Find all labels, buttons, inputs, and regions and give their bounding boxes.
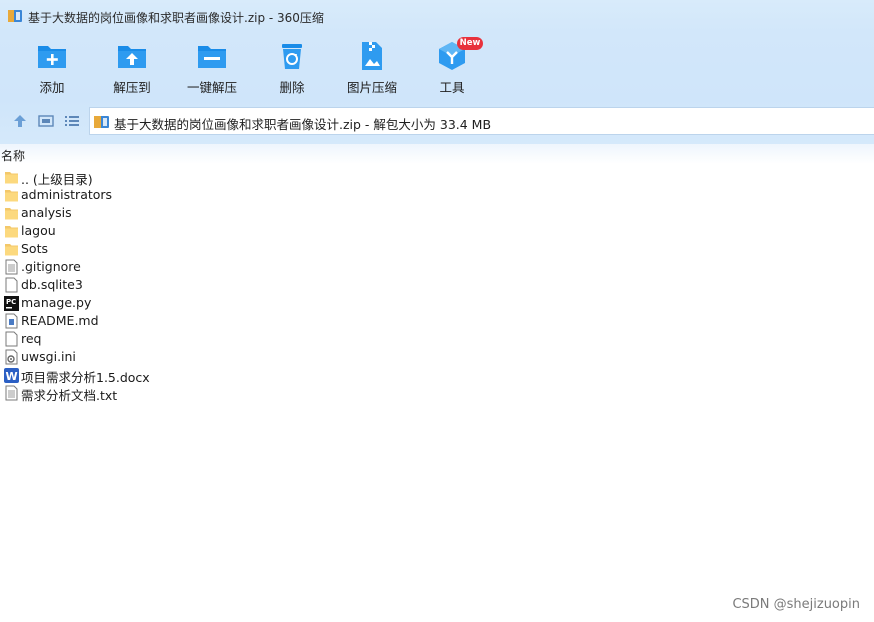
folder-icon (4, 169, 19, 185)
file-row[interactable]: .. (上级目录) (0, 168, 400, 187)
archive-icon (94, 116, 109, 128)
window-title: 基于大数据的岗位画像和求职者画像设计.zip - 360压缩 (28, 11, 324, 25)
name-column-label: 名称 (1, 149, 26, 163)
one-click-extract-button[interactable]: 一键解压 (175, 38, 249, 98)
file-name: 需求分析文档.txt (21, 388, 118, 403)
tools-button[interactable]: New 工具 (415, 37, 489, 98)
folder-icon (4, 205, 19, 221)
delete-button[interactable]: 删除 (255, 38, 329, 98)
one-click-extract-icon (198, 46, 226, 68)
image-compress-button[interactable]: 图片压缩 (335, 38, 409, 98)
folder-icon (4, 241, 19, 257)
pycharm-file-icon: PC (4, 295, 19, 311)
file-name: administrators (21, 187, 113, 202)
app-window: 基于大数据的岗位画像和求职者画像设计.zip - 360压缩 添加 解压到 一键… (0, 0, 874, 622)
file-name: analysis (21, 205, 72, 220)
image-compress-label: 图片压缩 (346, 80, 397, 95)
text-file-icon (4, 385, 19, 401)
thumbnail-view-icon[interactable] (38, 113, 54, 129)
file-row[interactable]: Sots (0, 240, 400, 258)
extract-to-button[interactable]: 解压到 (95, 38, 169, 98)
word-doc-icon: W (4, 367, 19, 383)
file-list-pane: 名称 .. (上级目录) administrators analysis lagou S… (0, 144, 874, 622)
file-name: README.md (21, 313, 99, 328)
title-bar[interactable]: 基于大数据的岗位画像和求职者画像设计.zip - 360压缩 (0, 0, 874, 32)
file-row[interactable]: .gitignore (0, 258, 400, 276)
image-compress-icon (362, 42, 382, 70)
text-file-icon (4, 259, 19, 275)
file-name: uwsgi.ini (21, 349, 76, 364)
file-row[interactable]: README.md (0, 312, 400, 330)
list-view-icon[interactable] (64, 113, 80, 129)
address-bar[interactable]: 基于大数据的岗位画像和求职者画像设计.zip - 解包大小为 33.4 MB (89, 107, 874, 135)
svg-text:PC: PC (6, 298, 16, 306)
file-row[interactable]: administrators (0, 186, 400, 204)
file-name: lagou (21, 223, 56, 238)
archive-app-icon (8, 10, 22, 22)
markdown-file-icon (4, 313, 19, 329)
toolbar: 添加 解压到 一键解压 删除 图片压缩 New 工具 (0, 32, 874, 100)
one-click-extract-label: 一键解压 (186, 80, 237, 95)
file-row[interactable]: 需求分析文档.txt (0, 384, 400, 403)
file-name: Sots (21, 241, 48, 256)
file-row[interactable]: analysis (0, 204, 400, 222)
file-name: req (21, 331, 42, 346)
file-row[interactable]: db.sqlite3 (0, 276, 400, 294)
address-text: 基于大数据的岗位画像和求职者画像设计.zip - 解包大小为 33.4 MB (114, 117, 492, 132)
recycle-bin-icon (282, 44, 302, 69)
file-name: db.sqlite3 (21, 277, 83, 292)
add-button[interactable]: 添加 (15, 38, 89, 98)
extract-to-label: 解压到 (113, 80, 151, 95)
file-row[interactable]: req (0, 330, 400, 348)
file-name: .gitignore (21, 259, 81, 274)
folder-icon (4, 187, 19, 203)
up-arrow-icon[interactable] (12, 113, 28, 129)
config-file-icon (4, 349, 19, 365)
blank-file-icon (4, 277, 19, 293)
file-row[interactable]: lagou (0, 222, 400, 240)
add-label: 添加 (39, 80, 65, 95)
folder-icon (4, 223, 19, 239)
add-folder-icon (38, 46, 66, 68)
extract-to-icon (118, 46, 146, 68)
file-name: manage.py (21, 295, 92, 310)
delete-label: 删除 (279, 80, 305, 95)
file-row[interactable]: PC manage.py (0, 294, 400, 312)
new-badge: New (457, 37, 483, 50)
blank-file-icon (4, 331, 19, 347)
tools-label: 工具 (439, 80, 465, 95)
watermark: CSDN @shejizuopin (732, 597, 860, 612)
svg-text:W: W (6, 370, 18, 383)
file-row[interactable]: W 项目需求分析1.5.docx (0, 366, 400, 385)
file-row[interactable]: uwsgi.ini (0, 348, 400, 366)
name-column-header[interactable]: 名称 (0, 144, 874, 164)
